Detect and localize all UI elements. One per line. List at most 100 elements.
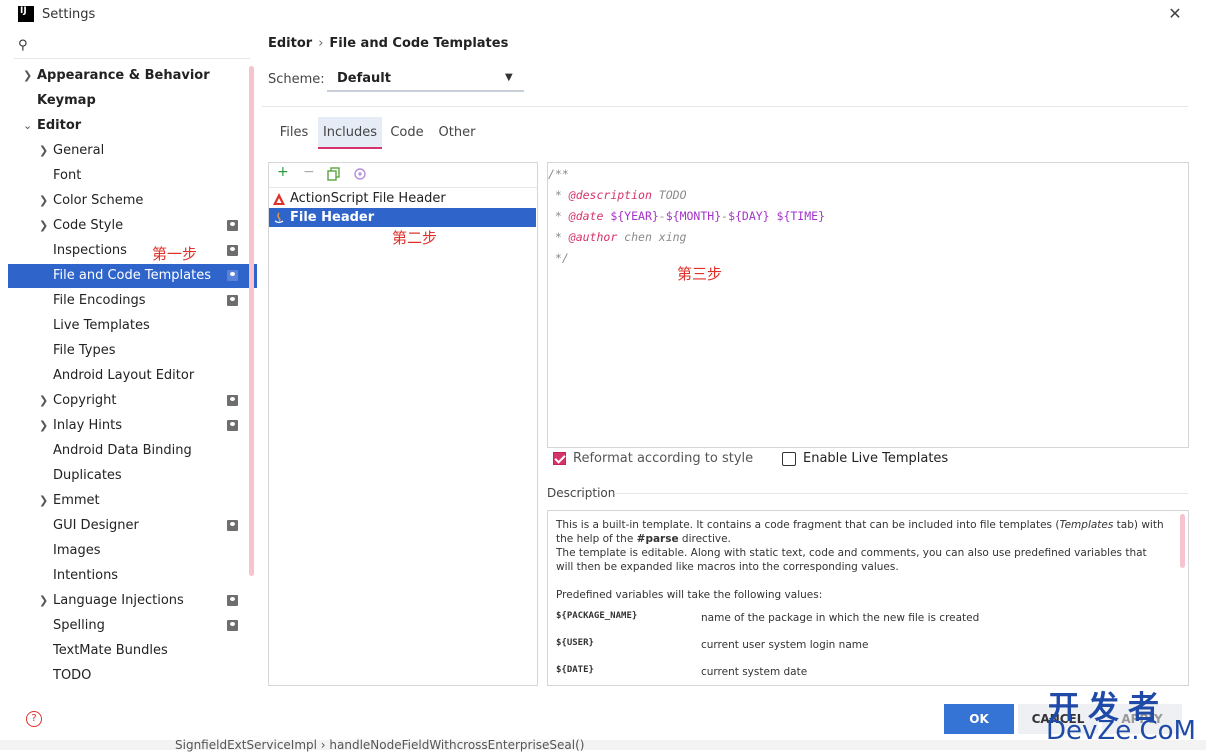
chevron-right-icon: ❯: [39, 494, 49, 507]
help-icon[interactable]: ?: [26, 711, 42, 727]
sidebar-item-code-style[interactable]: ❯ Code Style: [8, 214, 257, 238]
variable-description: current user system login name: [701, 639, 869, 651]
code-line: * @date ${YEAR}-${MONTH}-${DAY} ${TIME}: [548, 209, 825, 223]
chevron-right-icon: ❯: [39, 394, 49, 407]
project-settings-icon: [227, 420, 238, 431]
project-settings-icon: [227, 270, 238, 281]
project-settings-icon: [227, 395, 238, 406]
scheme-dropdown[interactable]: Default ▼: [327, 68, 524, 92]
add-icon[interactable]: +: [277, 164, 289, 180]
sidebar-item-file-encodings[interactable]: File Encodings: [8, 289, 257, 313]
title-bar: [8, 0, 1198, 30]
list-item-file-header[interactable]: File Header: [269, 208, 536, 227]
search-input[interactable]: [14, 58, 250, 59]
chevron-down-icon: ⌄: [23, 119, 33, 132]
breadcrumb-parent[interactable]: Editor: [268, 36, 312, 51]
sidebar-item-color-scheme[interactable]: ❯ Color Scheme: [8, 189, 257, 213]
chevron-right-icon: ❯: [39, 594, 49, 607]
list-item-actionscript-file-header[interactable]: ActionScript File Header: [269, 189, 536, 208]
ok-button[interactable]: OK: [944, 704, 1014, 734]
divider: [614, 493, 1188, 494]
description-scrollbar[interactable]: [1180, 514, 1185, 568]
list-toolbar: + −: [269, 163, 537, 188]
copy-icon[interactable]: [327, 167, 341, 185]
sidebar-item-live-templates[interactable]: Live Templates: [8, 314, 257, 338]
enable-live-templates-label[interactable]: Enable Live Templates: [803, 451, 948, 466]
project-settings-icon: [227, 520, 238, 531]
sidebar-item-file-and-code-templates[interactable]: File and Code Templates: [8, 264, 257, 288]
sidebar-item-language-injections[interactable]: ❯ Language Injections: [8, 589, 257, 613]
sidebar-item-appearance-behavior[interactable]: ❯ Appearance & Behavior: [8, 64, 257, 88]
sidebar-item-inlay-hints[interactable]: ❯ Inlay Hints: [8, 414, 257, 438]
description-paragraph: Predefined variables will take the follo…: [556, 589, 823, 601]
project-settings-icon: [227, 220, 238, 231]
sidebar-item-images[interactable]: Images: [8, 539, 257, 563]
scheme-label: Scheme:: [268, 72, 325, 87]
description-paragraph: This is a built-in template. It contains…: [556, 519, 1164, 545]
sidebar-item-copyright[interactable]: ❯ Copyright: [8, 389, 257, 413]
project-settings-icon: [227, 620, 238, 631]
enable-live-templates-checkbox[interactable]: [782, 452, 796, 466]
scheme-value: Default: [337, 71, 391, 86]
chevron-right-icon: ❯: [39, 144, 49, 157]
variable-name: ${USER}: [556, 638, 594, 648]
breadcrumb: Editor › File and Code Templates: [268, 36, 508, 51]
description-paragraph: The template is editable. Along with sta…: [556, 547, 1147, 573]
project-settings-icon: [227, 245, 238, 256]
breadcrumb-current: File and Code Templates: [329, 36, 509, 51]
sidebar-item-keymap[interactable]: Keymap: [8, 89, 257, 113]
sidebar-item-spelling[interactable]: Spelling: [8, 614, 257, 638]
variable-description: current system date: [701, 666, 808, 678]
tab-files[interactable]: Files: [274, 117, 314, 149]
template-code-editor[interactable]: /** * @description TODO * @date ${YEAR}-…: [547, 162, 1189, 448]
sidebar-item-todo[interactable]: TODO: [8, 664, 257, 688]
sidebar-item-android-data-binding[interactable]: Android Data Binding: [8, 439, 257, 463]
intellij-logo-icon: IJ: [18, 6, 34, 22]
project-settings-icon: [227, 595, 238, 606]
sidebar-scrollbar[interactable]: [249, 66, 254, 576]
sidebar-item-general[interactable]: ❯ General: [8, 139, 257, 163]
reformat-checkbox[interactable]: [553, 452, 566, 465]
annotation-step-2: 第二步: [392, 229, 438, 247]
code-line: * @author chen xing: [548, 230, 687, 244]
variable-description: name of the package in which the new fil…: [701, 612, 980, 624]
reset-icon[interactable]: [353, 167, 367, 185]
close-icon[interactable]: ✕: [1166, 4, 1184, 23]
watermark-bottom: DevZe.CoM: [1046, 716, 1196, 746]
sidebar-item-emmet[interactable]: ❯ Emmet: [8, 489, 257, 513]
search-icon[interactable]: ⚲: [18, 38, 28, 53]
description-panel: This is a built-in template. It contains…: [547, 510, 1189, 686]
tab-code[interactable]: Code: [386, 117, 428, 149]
sidebar-item-file-types[interactable]: File Types: [8, 339, 257, 363]
chevron-right-icon: ❯: [39, 419, 49, 432]
sidebar-item-android-layout-editor[interactable]: Android Layout Editor: [8, 364, 257, 388]
breadcrumb-separator: ›: [318, 36, 324, 51]
sidebar-item-intentions[interactable]: Intentions: [8, 564, 257, 588]
description-label: Description: [547, 486, 616, 500]
actionscript-icon: [273, 192, 285, 205]
sidebar-item-textmate-bundles[interactable]: TextMate Bundles: [8, 639, 257, 663]
sidebar-item-inspections[interactable]: Inspections: [8, 239, 257, 263]
sidebar-item-editor[interactable]: ⌄ Editor: [8, 114, 257, 138]
variable-name: ${PACKAGE_NAME}: [556, 611, 638, 621]
project-settings-icon: [227, 295, 238, 306]
chevron-right-icon: ❯: [39, 194, 49, 207]
tab-other[interactable]: Other: [434, 117, 480, 149]
sidebar-item-font[interactable]: Font: [8, 164, 257, 188]
window-title: Settings: [42, 7, 96, 22]
remove-icon[interactable]: −: [303, 164, 315, 180]
annotation-step-1: 第一步: [152, 245, 198, 263]
watermark-logo: 开发者 DevZe.CoM: [1040, 682, 1206, 748]
variable-name: ${DATE}: [556, 665, 594, 675]
divider: [262, 106, 1188, 107]
reformat-label[interactable]: Reformat according to style: [573, 451, 753, 466]
annotation-step-3: 第三步: [677, 265, 723, 283]
chevron-right-icon: ❯: [23, 69, 33, 82]
sidebar-item-gui-designer[interactable]: GUI Designer: [8, 514, 257, 538]
sidebar-item-duplicates[interactable]: Duplicates: [8, 464, 257, 488]
code-line: /**: [548, 167, 569, 181]
chevron-right-icon: ❯: [39, 219, 49, 232]
code-line: */: [548, 251, 569, 265]
tab-includes[interactable]: Includes: [318, 117, 382, 149]
code-line: * @description TODO: [548, 188, 687, 202]
